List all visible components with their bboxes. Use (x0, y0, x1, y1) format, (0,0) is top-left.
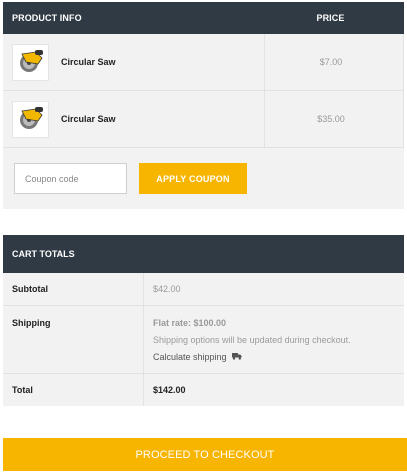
coupon-code-input[interactable] (14, 163, 127, 194)
table-row: Circular Saw $7.00 (3, 34, 404, 91)
price-header: PRICE (316, 13, 345, 23)
coupon-row: APPLY COUPON (3, 148, 404, 209)
subtotal-value: $42.00 (153, 284, 181, 294)
product-cell: Circular Saw (3, 34, 265, 90)
total-row: Total $142.00 (3, 374, 404, 406)
total-label: Total (3, 374, 144, 406)
product-name[interactable]: Circular Saw (61, 57, 116, 67)
cart-table-header: PRODUCT INFO PRICE (3, 2, 404, 34)
total-value: $142.00 (153, 385, 186, 395)
table-row: Circular Saw $35.00 (3, 91, 404, 148)
product-price: $7.00 (265, 34, 404, 90)
product-price: $35.00 (265, 91, 404, 147)
calculate-shipping-label: Calculate shipping (153, 352, 227, 362)
circular-saw-icon[interactable] (12, 100, 49, 138)
shipping-value: Flat rate: $100.00 Shipping options will… (144, 306, 404, 373)
product-info-header: PRODUCT INFO (12, 13, 82, 23)
subtotal-label: Subtotal (3, 273, 144, 305)
shipping-row: Shipping Flat rate: $100.00 Shipping opt… (3, 306, 404, 374)
proceed-to-checkout-button[interactable]: PROCEED TO CHECKOUT (3, 438, 407, 471)
calculate-shipping-link[interactable]: Calculate shipping (153, 351, 404, 364)
subtotal-row: Subtotal $42.00 (3, 273, 404, 306)
shipping-label: Shipping (3, 306, 144, 373)
shipping-note: Shipping options will be updated during … (153, 335, 351, 345)
truck-icon (231, 351, 242, 364)
flat-rate-text: Flat rate: $100.00 (153, 318, 227, 328)
product-name[interactable]: Circular Saw (61, 114, 116, 124)
product-cell: Circular Saw (3, 91, 265, 147)
apply-coupon-button[interactable]: APPLY COUPON (139, 163, 247, 194)
cart-totals: CART TOTALS Subtotal $42.00 Shipping Fla… (3, 235, 404, 406)
cart-table: PRODUCT INFO PRICE Circular Saw $7.00 Ci… (3, 2, 404, 209)
circular-saw-icon[interactable] (12, 43, 49, 81)
cart-totals-title: CART TOTALS (3, 235, 404, 273)
